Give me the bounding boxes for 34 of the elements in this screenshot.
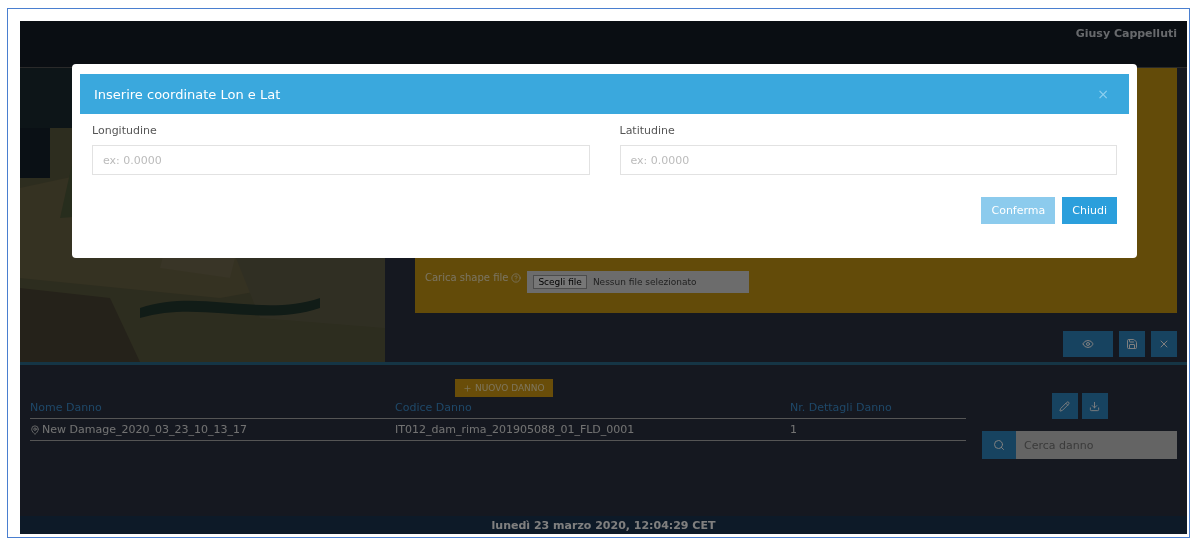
new-damage-button[interactable]: NUOVO DANNO [455,379,553,397]
pin-icon [30,424,40,435]
choose-file-button[interactable]: Scegli file [533,275,587,289]
edit-button[interactable] [1051,393,1078,419]
column-header: Nr. Dettagli Danno [790,401,893,414]
field-label: Latitudine [619,124,676,137]
column-header: Codice Danno [395,401,473,414]
table-cell-text: IT012_dam_rima_201905088_01_FLD_0001 [395,423,636,436]
search-icon [993,439,1005,451]
close-button[interactable]: × [1091,85,1115,103]
upload-label: Carica shape file [425,272,522,283]
file-status: Nessun file selezionato [592,277,697,287]
view-button[interactable] [1063,331,1113,357]
user-name: Giusy Cappelluti [1075,27,1177,40]
help-icon [511,272,522,283]
close-icon [1158,338,1170,350]
date-time: lunedì 23 marzo 2020, 12:04:29 CET [491,518,716,532]
save-button[interactable] [1119,331,1145,357]
damage-name: New Damage_2020_03_23_10_13_17 [42,423,247,436]
eye-icon [1082,338,1094,350]
search-button[interactable] [982,431,1016,459]
download-button[interactable] [1081,393,1108,419]
save-icon [1126,338,1138,350]
file-picker[interactable]: Scegli file Nessun file selezionato [527,271,750,293]
dialog-title: Inserire coordinate Lon e Lat [94,86,281,102]
dialog-button[interactable]: Chiudi [1062,197,1117,224]
input-field[interactable]: ex: 0.0000 [92,145,590,175]
input-field[interactable]: ex: 0.0000 [619,145,1117,175]
field-label: Longitudine [92,124,158,137]
download-icon [1089,400,1100,412]
table-cell-text: 1 [790,423,798,436]
plus-icon [463,383,472,393]
pencil-icon [1059,400,1070,412]
column-header: Nome Danno [30,401,103,414]
